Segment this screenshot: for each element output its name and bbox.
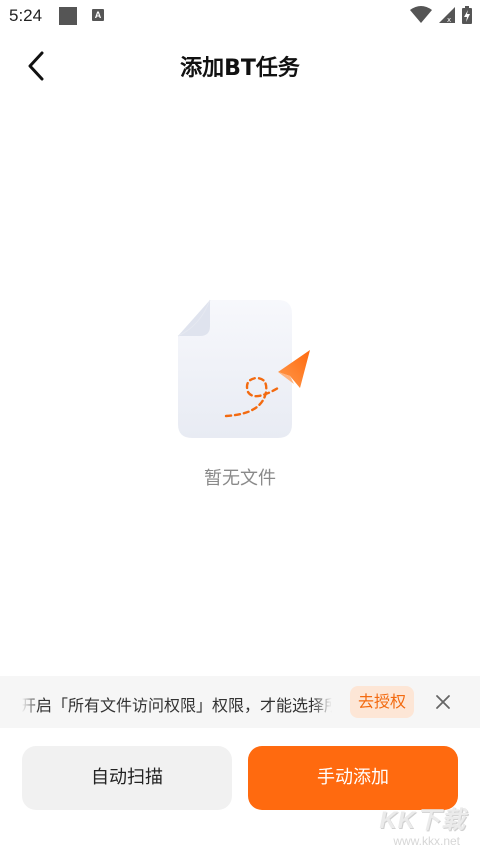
- status-icons: x: [410, 6, 472, 24]
- screen: 5:24 A x 添加BT任务 暂无文件 开启「所有文件访问权限」权限，才能选择…: [0, 0, 480, 854]
- status-time: 5:24: [9, 6, 43, 25]
- svg-text:x: x: [447, 16, 451, 24]
- paper-plane-file-icon: [177, 299, 310, 438]
- signal-icon: x: [439, 7, 455, 24]
- a-icon: A: [92, 9, 104, 21]
- battery-icon: [462, 6, 472, 24]
- wifi-icon: [410, 6, 432, 23]
- empty-state-text: 暂无文件: [204, 468, 276, 489]
- page-title: 添加BT任务: [180, 56, 300, 81]
- banner-close-button[interactable]: [432, 691, 454, 713]
- banner-text: 开启「所有文件访问权限」权限，才能选择所有: [22, 696, 332, 714]
- auto-scan-button[interactable]: 自动扫描: [22, 746, 232, 810]
- banner-text-container: 开启「所有文件访问权限」权限，才能选择所有: [22, 692, 332, 714]
- status-bar: 5:24 A x: [0, 0, 480, 34]
- close-icon: [436, 695, 450, 709]
- watermark: KK下载 www.kkx.net: [348, 800, 466, 852]
- header: 添加BT任务: [0, 34, 480, 98]
- watermark-logo: KK下载: [379, 807, 466, 834]
- permission-banner: 开启「所有文件访问权限」权限，才能选择所有 去授权: [0, 676, 480, 728]
- notification-square-icon: [59, 7, 77, 25]
- authorize-button[interactable]: 去授权: [350, 686, 414, 718]
- watermark-url: www.kkx.net: [393, 834, 460, 848]
